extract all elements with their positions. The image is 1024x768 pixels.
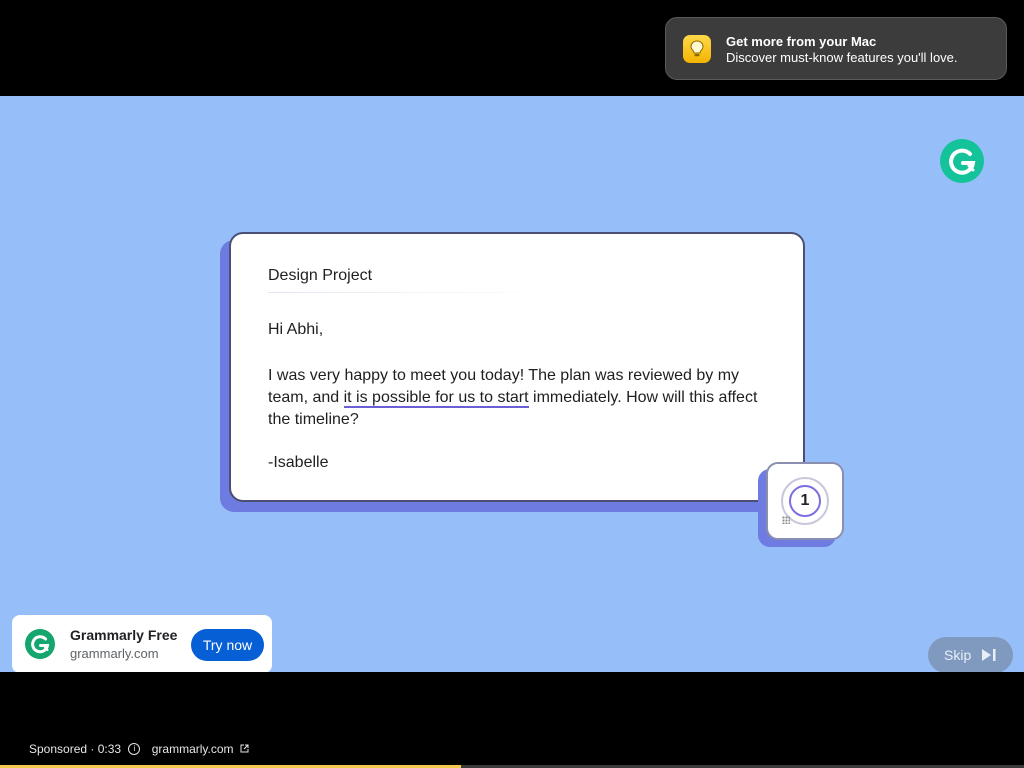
subject-divider <box>268 292 548 293</box>
footer-domain-link[interactable]: grammarly.com <box>152 742 234 756</box>
notification-title: Get more from your Mac <box>726 34 877 49</box>
email-signature: -Isabelle <box>268 454 329 471</box>
suggestion-count: 1 <box>789 485 821 517</box>
grammar-suggestion-highlight[interactable]: it is possible for us to start <box>343 389 529 408</box>
skip-next-icon <box>981 648 997 665</box>
info-icon[interactable]: i <box>128 742 141 755</box>
suggestion-count-badge: 1 <box>766 462 844 540</box>
ad-footer: Sponsored · 0:33 i grammarly.com <box>29 741 249 756</box>
video-player[interactable]: Design Project Hi Abhi, I was very happy… <box>0 96 1024 672</box>
try-now-button[interactable]: Try now <box>191 629 264 661</box>
ad-info-card[interactable]: Grammarly Free grammarly.com Try now <box>12 615 272 672</box>
skip-ad-button[interactable]: Skip <box>928 637 1013 672</box>
ad-title: Grammarly Free <box>70 627 178 643</box>
lightbulb-icon <box>683 35 711 63</box>
ad-domain: grammarly.com <box>70 646 159 661</box>
grammarly-logo-icon <box>25 629 55 659</box>
external-link-icon[interactable] <box>240 742 249 756</box>
grammarly-logo-icon <box>940 139 984 183</box>
email-body: I was very happy to meet you today! The … <box>268 365 768 431</box>
email-greeting: Hi Abhi, <box>268 321 324 338</box>
sponsored-label: Sponsored · 0:33 <box>29 741 122 756</box>
mac-notification[interactable]: Get more from your Mac Discover must-kno… <box>665 17 1007 80</box>
notification-body: Discover must-know features you'll love. <box>726 50 958 65</box>
email-subject: Design Project <box>268 267 373 284</box>
skip-label: Skip <box>944 647 972 663</box>
email-card: Design Project Hi Abhi, I was very happy… <box>229 232 805 502</box>
drag-handle-icon <box>782 516 790 524</box>
